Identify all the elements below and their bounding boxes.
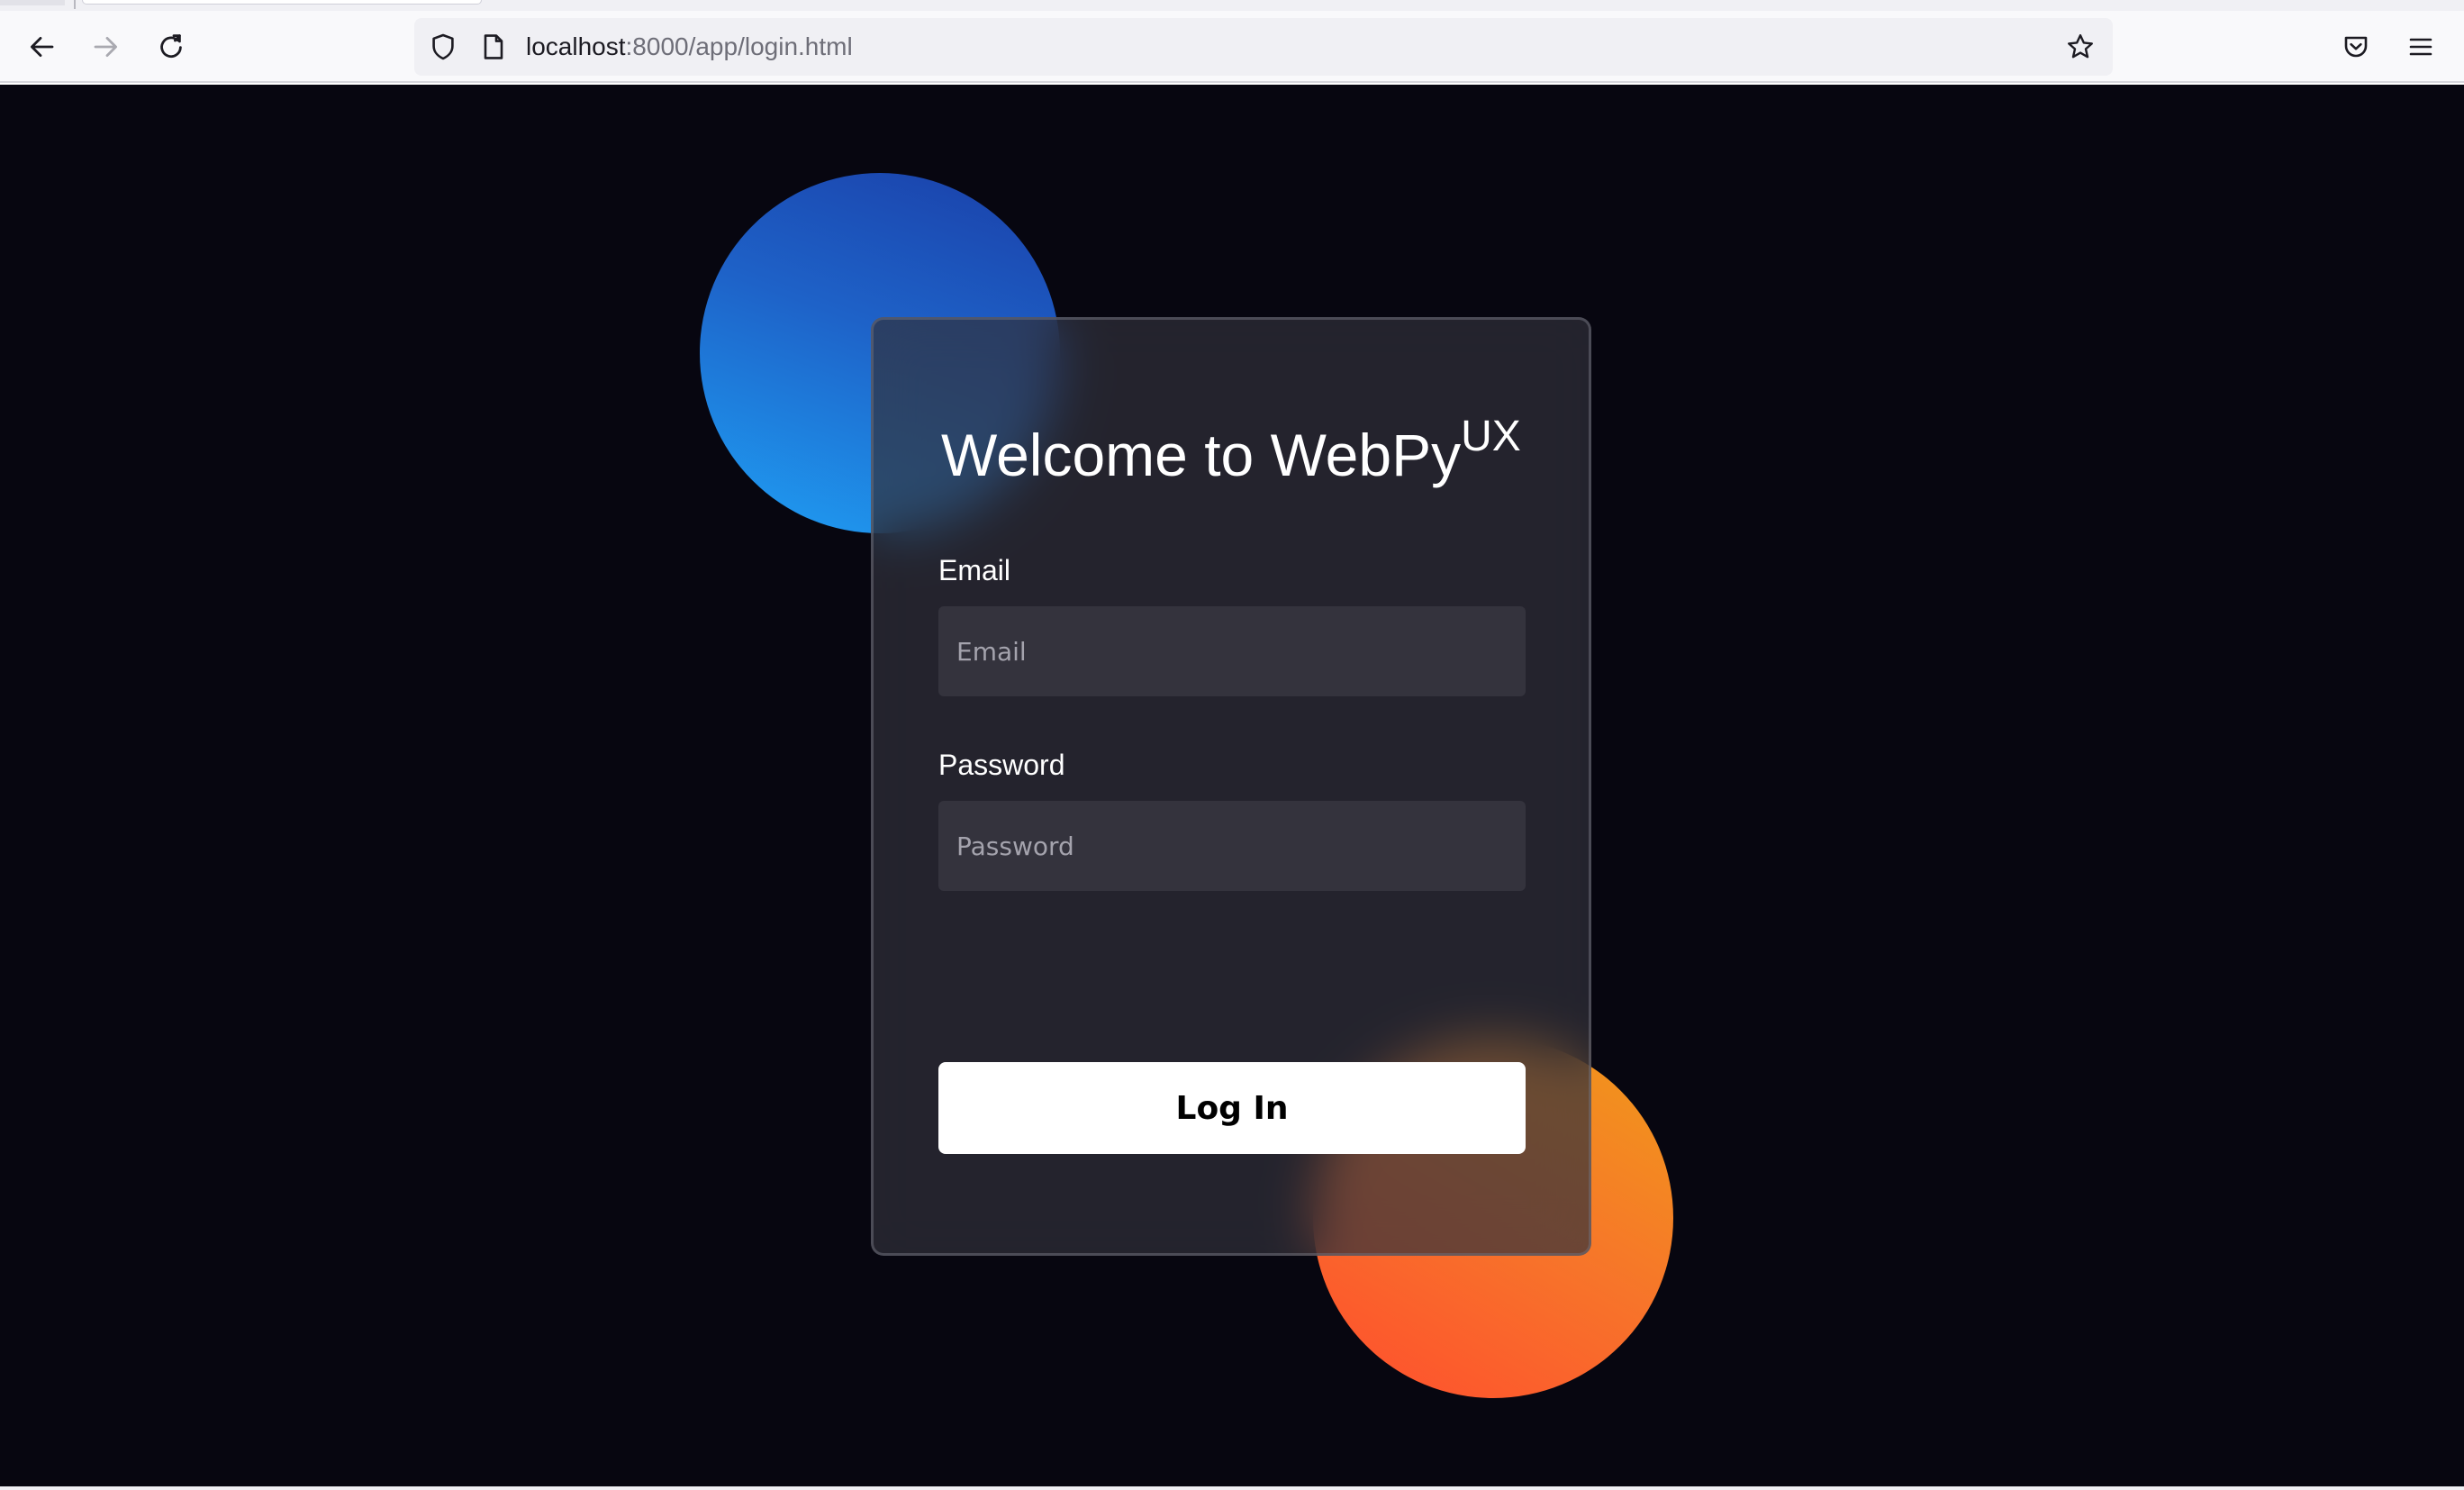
email-field[interactable] bbox=[938, 606, 1526, 696]
email-label: Email bbox=[938, 554, 1011, 586]
tab-active[interactable] bbox=[83, 0, 481, 4]
star-icon[interactable] bbox=[2064, 31, 2097, 63]
window-bottom-edge bbox=[0, 1486, 2464, 1490]
forward-arrow-icon bbox=[94, 37, 117, 57]
tab-strip bbox=[0, 0, 2464, 11]
hamburger-menu-icon bbox=[2409, 38, 2432, 56]
url-bar[interactable]: localhost:8000/app/login.html bbox=[414, 18, 2113, 76]
url-path: :8000/app/login.html bbox=[625, 32, 853, 60]
reload-button[interactable] bbox=[148, 23, 195, 70]
login-button[interactable]: Log In bbox=[938, 1062, 1526, 1154]
login-title: Welcome to WebPyUX bbox=[941, 415, 1521, 489]
login-card: Welcome to WebPyUX Email Password Log In bbox=[871, 317, 1591, 1256]
page-background: Welcome to WebPyUX Email Password Log In bbox=[0, 85, 2464, 1490]
tab-previous[interactable] bbox=[0, 0, 65, 5]
pocket-button[interactable] bbox=[2333, 23, 2379, 70]
password-label: Password bbox=[938, 749, 1065, 781]
back-arrow-icon bbox=[31, 37, 54, 57]
shield-icon[interactable] bbox=[427, 31, 459, 63]
forward-button[interactable] bbox=[83, 23, 130, 70]
tab-separator bbox=[74, 0, 76, 9]
password-field[interactable] bbox=[938, 801, 1526, 891]
reload-icon bbox=[160, 34, 182, 59]
browser-toolbar: localhost:8000/app/login.html bbox=[0, 11, 2464, 83]
pocket-icon bbox=[2344, 36, 2368, 58]
page-icon[interactable] bbox=[477, 31, 510, 63]
menu-button[interactable] bbox=[2397, 23, 2444, 70]
url-host: localhost bbox=[526, 32, 626, 60]
login-title-text: Welcome to WebPy bbox=[941, 422, 1462, 488]
login-title-superscript: UX bbox=[1461, 413, 1521, 460]
url-text[interactable]: localhost:8000/app/login.html bbox=[526, 18, 853, 76]
back-button[interactable] bbox=[18, 23, 65, 70]
